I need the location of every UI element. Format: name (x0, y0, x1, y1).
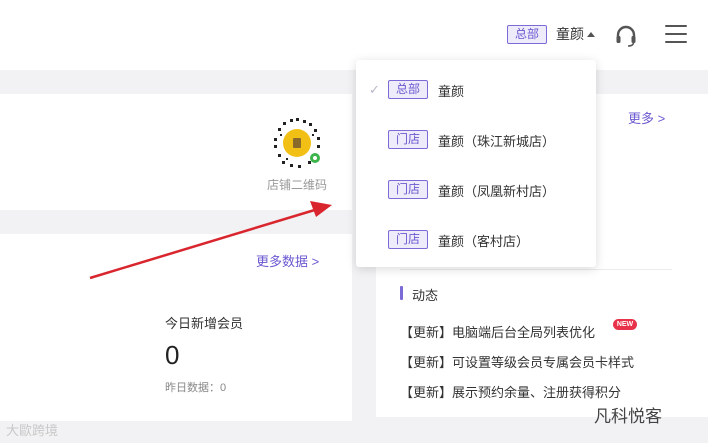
store-type-badge: 门店 (388, 230, 428, 249)
hamburger-menu-icon[interactable] (665, 25, 687, 45)
new-badge: NEW (613, 319, 637, 330)
headquarters-badge: 总部 (507, 25, 547, 44)
news-section-title: 动态 (412, 288, 439, 303)
store-type-badge: 总部 (388, 80, 428, 99)
dropdown-item-hq[interactable]: ✓ 总部 童颜 (356, 63, 596, 113)
divider (400, 269, 672, 270)
store-name: 童颜（客村店） (438, 234, 530, 249)
metric-yesterday: 昨日数据：0 (165, 382, 227, 394)
store-switcher-dropdown: ✓ 总部 童颜 门店 童颜（珠江新城店） 门店 童颜（凤凰新村店） 门店 童颜（… (356, 60, 596, 267)
store-name: 童颜（珠江新城店） (438, 134, 556, 149)
dropdown-item-store[interactable]: 门店 童颜（客村店） (356, 213, 596, 263)
store-qr-code-icon[interactable] (268, 114, 326, 172)
metric-title: 今日新增会员 (165, 316, 244, 331)
top-header: 总部 童颜 (0, 0, 708, 70)
metric-value: 0 (165, 340, 180, 370)
store-name: 童颜 (438, 84, 465, 99)
more-data-link[interactable]: 更多数据 > (256, 251, 319, 270)
watermark-right: 凡科悦客 (594, 407, 662, 426)
watermark-left: 大歐跨境 (6, 423, 59, 438)
headset-icon[interactable] (614, 24, 638, 48)
dropdown-item-store[interactable]: 门店 童颜（凤凰新村店） (356, 163, 596, 213)
news-item[interactable]: 【更新】电脑端后台全局列表优化 (400, 322, 595, 341)
caret-up-icon[interactable] (587, 32, 595, 37)
news-item[interactable]: 【更新】展示预约余量、注册获得积分 (400, 382, 621, 401)
qr-code-label: 店铺二维码 (267, 178, 328, 192)
section-marker (400, 286, 403, 300)
store-type-badge: 门店 (388, 180, 428, 199)
dropdown-item-store[interactable]: 门店 童颜（珠江新城店） (356, 113, 596, 163)
store-name: 童颜（凤凰新村店） (438, 184, 556, 199)
store-type-badge: 门店 (388, 130, 428, 149)
check-icon: ✓ (369, 82, 380, 97)
more-link[interactable]: 更多 > (628, 108, 665, 127)
account-switcher[interactable]: 童颜 (556, 25, 584, 44)
news-item[interactable]: 【更新】可设置等级会员专属会员卡样式 (400, 352, 634, 371)
